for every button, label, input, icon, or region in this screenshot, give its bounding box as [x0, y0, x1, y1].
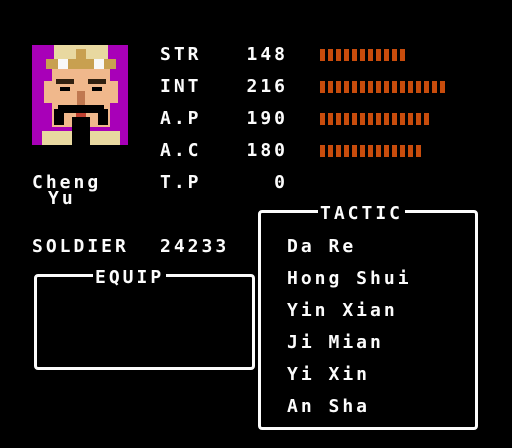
stat-int-label: INT	[160, 76, 202, 97]
stat-ap-label: A.P	[160, 108, 202, 129]
stat-str-bar	[320, 49, 406, 61]
stat-int-bar	[320, 81, 446, 93]
stat-ac-label: A.C	[160, 140, 202, 161]
stat-int-value: 216	[246, 76, 288, 97]
tactic-item[interactable]: Hong Shui	[287, 269, 412, 289]
stat-tp-label: T.P	[160, 172, 202, 193]
tactic-item[interactable]: Yin Xian	[287, 301, 398, 321]
stat-ac-value: 180	[246, 140, 288, 161]
tactic-item[interactable]: An Sha	[287, 397, 370, 417]
soldier-label: SOLDIER	[32, 236, 129, 257]
tactic-item[interactable]: Da Re	[287, 237, 356, 257]
stat-str-label: STR	[160, 44, 202, 65]
soldier-count: 24233	[160, 236, 230, 257]
equip-title: EQUIP	[93, 267, 167, 288]
stat-ap-bar	[320, 113, 430, 125]
equip-box[interactable]	[34, 274, 255, 370]
general-name-line2: Yu	[48, 188, 76, 209]
general-portrait	[32, 45, 128, 145]
stat-tp-value: 0	[274, 172, 288, 193]
portrait-face-icon	[32, 45, 128, 145]
tactic-item[interactable]: Yi Xin	[287, 365, 370, 385]
stat-ac-bar	[320, 145, 424, 157]
stat-ap-value: 190	[246, 108, 288, 129]
stat-str-value: 148	[246, 44, 288, 65]
tactic-title: TACTIC	[318, 203, 406, 224]
tactic-item[interactable]: Ji Mian	[287, 333, 384, 353]
